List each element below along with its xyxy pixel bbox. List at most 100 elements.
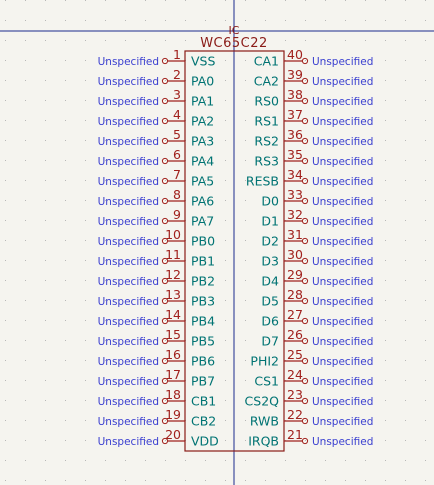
grid-dot [385,340,386,341]
net-label: Unspecified [312,116,373,128]
pin-29[interactable]: 29 D4 Unspecified [261,267,373,289]
grid-dot [245,280,246,281]
pin-4[interactable]: 4 PA2 Unspecified [98,107,215,129]
grid-dot [405,460,406,461]
pin-5[interactable]: 5 PA3 Unspecified [98,127,215,149]
left-pin-group: 1 VSS Unspecified 2 PA0 Unspecified 3 PA1 Unspec… [98,47,219,449]
pin-number: 27 [287,307,303,322]
pin-31[interactable]: 31 D2 Unspecified [261,227,373,249]
pin-34[interactable]: 34 RESB Unspecified [246,167,373,189]
pin-27[interactable]: 27 D6 Unspecified [261,307,373,329]
pin-39[interactable]: 39 CA2 Unspecified [254,67,374,89]
pin-40[interactable]: 40 CA1 Unspecified [254,47,374,69]
grid-dot [245,240,246,241]
pin-name: PA1 [191,94,214,109]
pin-11[interactable]: 11 PB1 Unspecified [98,247,215,269]
grid-dot [85,80,86,81]
grid-dot [25,120,26,121]
grid-dot [225,60,226,61]
pin-17[interactable]: 17 PB7 Unspecified [98,367,215,389]
pin-19[interactable]: 19 CB2 Unspecified [98,407,217,429]
grid-dot [325,460,326,461]
grid-dot [165,220,166,221]
pin-18[interactable]: 18 CB1 Unspecified [98,387,217,409]
grid-dot [5,420,6,421]
pin-37[interactable]: 37 RS1 Unspecified [254,107,373,129]
grid-dot [125,20,126,21]
grid-dot [245,100,246,101]
grid-dot [165,460,166,461]
pin-22[interactable]: 22 RWB Unspecified [250,407,374,429]
pin-26[interactable]: 26 D7 Unspecified [261,327,373,349]
grid-dot [385,140,386,141]
pin-14[interactable]: 14 PB4 Unspecified [98,307,215,329]
grid-dot [425,20,426,21]
pin-10[interactable]: 10 PB0 Unspecified [98,227,215,249]
net-label: Unspecified [312,436,373,448]
component-symbol[interactable]: IC WC65C22 1 VSSUnspecified2 PA0Unspecifie… [98,24,374,452]
pin-name: CB2 [191,414,216,429]
grid-dot [425,240,426,241]
pin-name: RS3 [254,154,279,169]
grid-dot [25,40,26,41]
grid-dot [185,0,186,1]
grid-dot [5,160,6,161]
pin-8[interactable]: 8 PA6 Unspecified [98,187,215,209]
pin-2[interactable]: 2 PA0 Unspecified [98,67,215,89]
grid-dot [145,480,146,481]
pin-32[interactable]: 32 D1 Unspecified [261,207,373,229]
pin-16[interactable]: 16 PB6 Unspecified [98,347,215,369]
grid-dot [85,340,86,341]
grid-dot [285,0,286,1]
grid-dot [85,220,86,221]
pin-33[interactable]: 33 D0 Unspecified [261,187,373,209]
pin-12[interactable]: 12 PB2 Unspecified [98,267,215,289]
grid-dot [225,100,226,101]
schematic-canvas[interactable]: IC WC65C22 1 VSSUnspecified2 PA0Unspecifie… [0,0,434,485]
pin-name: PB0 [191,234,215,249]
grid-dot [165,180,166,181]
pin-20[interactable]: 20 VDD Unspecified [98,427,219,449]
grid-dot [385,100,386,101]
pin-7[interactable]: 7 PA5 Unspecified [98,167,215,189]
pin-35[interactable]: 35 RS3 Unspecified [254,147,373,169]
grid-dot [405,120,406,121]
grid-dot [425,140,426,141]
grid-dot [85,360,86,361]
pin-3[interactable]: 3 PA1 Unspecified [98,87,215,109]
grid-dot [165,20,166,21]
grid-dot [245,340,246,341]
pin-25[interactable]: 25 PHI2 Unspecified [250,347,373,369]
grid-dot [85,160,86,161]
pin-number: 13 [165,287,181,302]
net-label: Unspecified [312,316,373,328]
pin-13[interactable]: 13 PB3 Unspecified [98,287,215,309]
grid-dot [5,260,6,261]
pin-9[interactable]: 9 PA7 Unspecified [98,207,215,229]
pin-30[interactable]: 30 D3 Unspecified [261,247,373,269]
grid-dot [25,360,26,361]
pin-24[interactable]: 24 CS1 Unspecified [254,367,373,389]
grid-dot [45,460,46,461]
pin-28[interactable]: 28 D5 Unspecified [261,287,373,309]
grid-dot [25,380,26,381]
grid-dot [305,120,306,121]
pin-38[interactable]: 38 RS0 Unspecified [254,87,373,109]
net-label: Unspecified [312,396,373,408]
pin-6[interactable]: 6 PA4 Unspecified [98,147,215,169]
grid-dot [25,420,26,421]
grid-dot [365,0,366,1]
pin-23[interactable]: 23 CS2Q Unspecified [245,387,374,409]
pin-1[interactable]: 1 VSS Unspecified [98,47,216,69]
grid-dot [405,80,406,81]
pin-15[interactable]: 15 PB5 Unspecified [98,327,215,349]
grid-dot [305,100,306,101]
grid-dot [385,220,386,221]
pin-36[interactable]: 36 RS2 Unspecified [254,127,373,149]
grid-dot [25,340,26,341]
pin-21[interactable]: 21 IRQB Unspecified [248,427,373,449]
grid-dot [25,400,26,401]
grid-dot [105,20,106,21]
pin-name: PA2 [191,114,214,129]
net-label: Unspecified [98,156,159,168]
